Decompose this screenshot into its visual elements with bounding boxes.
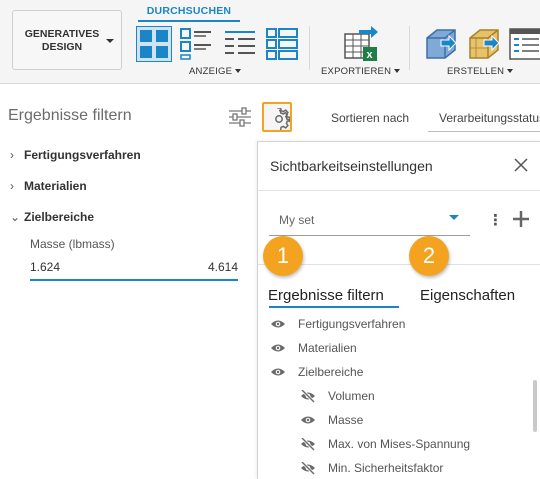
filter-category-label: Materialien <box>24 179 87 193</box>
exportieren-group-menu[interactable]: EXPORTIEREN <box>321 66 401 77</box>
chevron-down-icon <box>235 69 242 73</box>
visibility-item-label: Volumen <box>328 389 375 403</box>
chevron-down-icon: ⌄ <box>10 210 21 224</box>
export-excel-icon[interactable]: x <box>343 26 379 62</box>
mass-min-value[interactable]: 1.624 <box>30 260 60 274</box>
tab-ergebnisse-filtern[interactable]: Ergebnisse filtern <box>268 287 384 304</box>
erstellen-group-menu[interactable]: ERSTELLEN <box>447 66 514 77</box>
visibility-settings-panel: Sichtbarkeitseinstellungen My set ⋮ 1 2 … <box>257 141 540 479</box>
active-tab-underline <box>269 306 399 308</box>
filter-category-label: Zielbereiche <box>24 210 95 224</box>
visibility-settings-button[interactable] <box>262 102 292 132</box>
erstellen-group-label: ERSTELLEN <box>447 66 505 77</box>
gear-icon <box>275 108 290 130</box>
sort-dropdown[interactable]: Verarbeitungsstatus <box>428 104 540 132</box>
visibility-item-label: Fertigungsverfahren <box>298 317 406 331</box>
visibility-item[interactable]: Masse <box>300 412 530 428</box>
visibility-item[interactable]: Max. von Mises-Spannung <box>300 436 530 452</box>
visibility-item-label: Zielbereiche <box>298 365 364 379</box>
svg-text:x: x <box>367 49 374 61</box>
callout-badge-1: 1 <box>263 236 303 276</box>
exportieren-group-label: EXPORTIEREN <box>321 66 392 77</box>
anzeige-group-label: ANZEIGE <box>189 66 233 77</box>
set-select[interactable]: My set <box>269 207 470 236</box>
filter-category-fertigungsverfahren[interactable]: › Fertigungsverfahren <box>10 148 141 162</box>
tab-durchsuchen[interactable]: DURCHSUCHEN <box>138 0 240 22</box>
create-mesh-icon[interactable] <box>466 26 502 62</box>
visibility-item-label: Materialien <box>298 341 357 355</box>
eye-off-icon[interactable] <box>300 462 316 475</box>
add-set-icon[interactable] <box>512 210 530 228</box>
chevron-down-icon <box>507 69 514 73</box>
chevron-down-icon <box>106 39 114 43</box>
create-design-icon[interactable] <box>423 26 459 62</box>
tile-view-icon[interactable] <box>136 26 172 62</box>
close-icon[interactable] <box>513 157 529 173</box>
tab-eigenschaften[interactable]: Eigenschaften <box>420 287 515 304</box>
ribbon-toolbar: GENERATIVES DESIGN DURCHSUCHEN ANZEIGE x… <box>0 0 540 84</box>
chevron-down-icon <box>394 69 401 73</box>
filter-panel-title: Ergebnisse filtern <box>8 107 132 124</box>
toolbar-divider <box>309 26 310 70</box>
visibility-item[interactable]: Materialien <box>270 340 530 356</box>
visibility-item[interactable]: Fertigungsverfahren <box>270 316 530 332</box>
chevron-right-icon: › <box>10 148 14 162</box>
chevron-right-icon: › <box>10 179 14 193</box>
toolbar-divider <box>409 26 410 70</box>
tab-active-underline <box>138 20 240 22</box>
visibility-item[interactable]: Min. Sicherheitsfaktor <box>300 460 530 476</box>
eye-icon[interactable] <box>270 342 286 354</box>
mass-max-value[interactable]: 4.614 <box>208 260 238 274</box>
visibility-item[interactable]: Volumen <box>300 388 530 404</box>
divider <box>258 190 540 191</box>
list-view-icon[interactable] <box>224 28 256 60</box>
filter-category-label: Fertigungsverfahren <box>24 148 141 162</box>
mass-range-slider[interactable] <box>30 279 238 281</box>
eye-icon[interactable] <box>300 414 316 426</box>
callout-badge-2: 2 <box>409 236 449 276</box>
eye-off-icon[interactable] <box>300 438 316 451</box>
eye-icon[interactable] <box>270 318 286 330</box>
more-options-icon[interactable]: ⋮ <box>488 213 503 228</box>
chevron-down-icon[interactable] <box>449 215 459 220</box>
sort-label: Sortieren nach <box>331 111 410 125</box>
filter-category-zielbereiche[interactable]: ⌄ Zielbereiche <box>10 210 94 224</box>
filter-category-materialien[interactable]: › Materialien <box>10 179 87 193</box>
visibility-panel-title: Sichtbarkeitseinstellungen <box>270 158 433 174</box>
eye-icon[interactable] <box>270 366 286 378</box>
generative-design-label: GENERATIVES DESIGN <box>24 28 100 53</box>
visibility-item-label: Min. Sicherheitsfaktor <box>328 461 444 475</box>
create-report-icon[interactable] <box>509 26 540 62</box>
tab-durchsuchen-label: DURCHSUCHEN <box>146 5 232 17</box>
eye-off-icon[interactable] <box>300 390 316 403</box>
visibility-item-label: Masse <box>328 413 364 427</box>
visibility-item[interactable]: Zielbereiche <box>270 364 530 380</box>
grid-view-icon[interactable] <box>266 28 298 60</box>
tile-list-view-icon[interactable] <box>180 28 212 60</box>
generative-design-menu-button[interactable]: GENERATIVES DESIGN <box>12 10 122 70</box>
anzeige-group-menu[interactable]: ANZEIGE <box>189 66 242 77</box>
mass-filter-label: Masse (lbmass) <box>30 237 115 251</box>
visibility-item-label: Max. von Mises-Spannung <box>328 437 471 451</box>
list-scrollbar[interactable] <box>533 380 537 432</box>
filter-sliders-icon[interactable] <box>228 107 252 127</box>
